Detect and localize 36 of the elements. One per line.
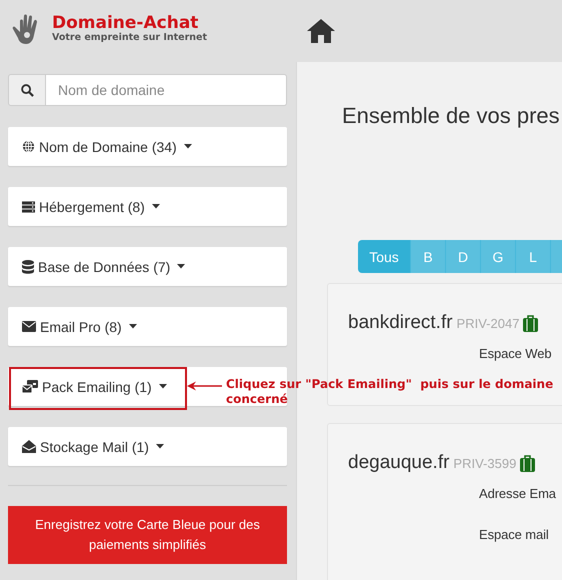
menu-label[interactable]: Base de Données (7) <box>38 258 170 274</box>
database-icon <box>22 260 34 274</box>
server-icon <box>22 200 35 212</box>
mail-package-icon <box>22 380 38 393</box>
open-envelope-icon <box>22 440 36 453</box>
caret-icon[interactable] <box>128 324 137 329</box>
caret-icon[interactable] <box>184 144 192 149</box>
briefcase-icon <box>520 454 536 472</box>
menu-label[interactable]: Email Pro (8) <box>40 318 122 334</box>
caret-icon[interactable] <box>158 384 167 389</box>
domain-reference: PRIV-2047 <box>456 316 520 330</box>
caret-icon[interactable] <box>156 444 164 449</box>
service-label: Adresse Ema <box>479 486 556 501</box>
search-icon[interactable] <box>20 84 34 96</box>
search-field[interactable]: Nom de domaine <box>46 74 287 106</box>
briefcase-icon <box>523 314 538 332</box>
domain-name: bankdirect.fr <box>348 312 453 334</box>
domain-name: degauque.fr <box>348 452 450 474</box>
brand-tagline: Votre empreinte sur Internet <box>52 32 208 42</box>
annotation-arrow <box>187 381 223 391</box>
home-icon[interactable] <box>306 18 336 44</box>
annotation-text: Cliquez sur "Pack Emailing" puis sur le domaine concerné <box>226 377 554 407</box>
brand-name: Domaine-Achat <box>52 14 200 32</box>
globe-icon <box>22 140 35 153</box>
menu-label[interactable]: Pack Emailing (1) <box>42 378 152 394</box>
service-label: Espace Web <box>479 346 552 361</box>
caret-icon[interactable] <box>177 264 186 269</box>
domain-reference: PRIV-3599 <box>453 456 516 470</box>
search-button[interactable] <box>8 74 46 106</box>
menu-label[interactable]: Hébergement (8) <box>39 198 145 214</box>
page-title: Ensemble de vos pres <box>342 103 561 129</box>
envelope-icon <box>22 321 36 332</box>
menu-label[interactable]: Stockage Mail (1) <box>40 438 149 454</box>
register-card-button[interactable]: Enregistrez votre Carte Bleue pour des paiements simplifiés <box>8 506 287 564</box>
caret-icon[interactable] <box>152 204 160 209</box>
service-label: Espace mail <box>479 527 549 542</box>
